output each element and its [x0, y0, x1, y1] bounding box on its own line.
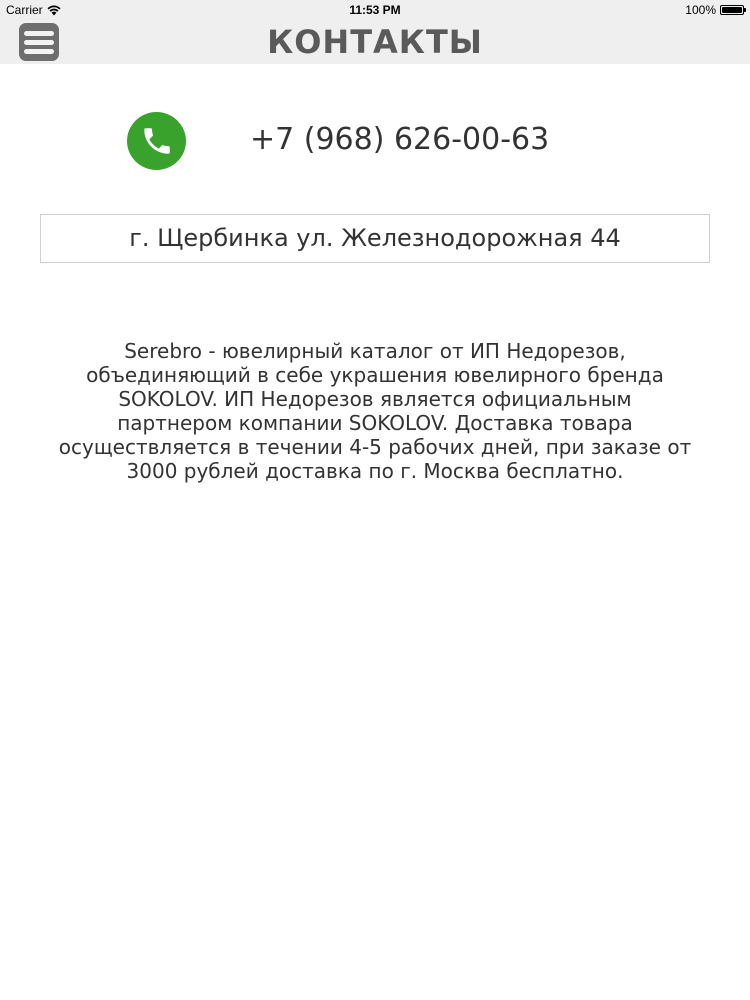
menu-line: [24, 48, 54, 54]
hamburger-menu-icon[interactable]: [19, 23, 59, 61]
about-line: 3000 рублей доставка по г. Москва беспла…: [126, 459, 624, 483]
status-battery-group: 100%: [685, 3, 746, 17]
about-line: партнером компании SOKOLOV. Доставка тов…: [117, 411, 633, 435]
address-field: г. Щербинка ул. Железнодорожная 44: [40, 214, 710, 263]
page-title: КОНТАКТЫ: [267, 23, 483, 61]
about-description: Serebro - ювелирный каталог от ИП Недоре…: [20, 339, 730, 483]
menu-line: [24, 30, 54, 36]
about-line: объединяющий в себе украшения ювелирного…: [86, 363, 664, 387]
phone-number[interactable]: +7 (968) 626-00-63: [250, 120, 610, 160]
status-bar: Carrier 11:53 PM 100%: [0, 0, 750, 20]
about-line: SOKOLOV. ИП Недорезов является официальн…: [118, 387, 632, 411]
nav-bar: КОНТАКТЫ: [0, 20, 750, 64]
about-line: осуществляется в течении 4-5 рабочих дне…: [58, 435, 692, 459]
menu-line: [24, 39, 54, 45]
phone-icon[interactable]: [127, 112, 186, 170]
about-line: Serebro - ювелирный каталог от ИП Недоре…: [124, 339, 626, 363]
battery-icon: [720, 5, 746, 15]
battery-percent: 100%: [685, 3, 716, 17]
status-time: 11:53 PM: [349, 3, 401, 17]
